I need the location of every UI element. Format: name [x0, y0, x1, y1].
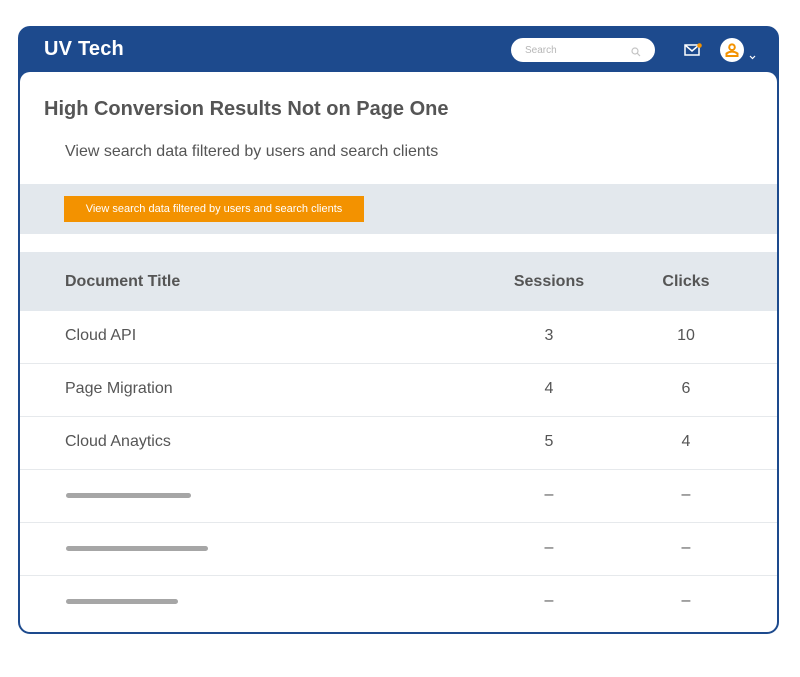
page-title: High Conversion Results Not on Page One: [44, 98, 449, 120]
row-title: Cloud Anaytics: [65, 433, 171, 450]
main-panel: High Conversion Results Not on Page One …: [20, 72, 777, 632]
row-sessions: –: [544, 592, 554, 609]
user-avatar[interactable]: [720, 38, 744, 62]
row-sessions: 3: [544, 327, 554, 344]
table-row-placeholder: – –: [20, 470, 777, 523]
search-box[interactable]: [511, 38, 655, 62]
filter-bar: View search data filtered by users and s…: [20, 184, 777, 234]
row-sessions: 4: [544, 380, 554, 397]
brand-logo[interactable]: UV Tech: [44, 38, 124, 61]
table-row-placeholder: – –: [20, 523, 777, 576]
search-input[interactable]: [523, 38, 627, 62]
column-header-sessions[interactable]: Sessions: [500, 273, 598, 291]
placeholder-bar: [66, 493, 191, 498]
table-row[interactable]: Cloud API 3 10: [20, 311, 777, 364]
table-row[interactable]: Page Migration 4 6: [20, 364, 777, 417]
row-title: Page Migration: [65, 380, 173, 397]
row-clicks: 10: [677, 327, 695, 344]
row-clicks: 6: [681, 380, 691, 397]
row-sessions: 5: [544, 433, 554, 450]
row-clicks: –: [681, 486, 691, 503]
table-row-placeholder: – –: [20, 576, 777, 629]
page-subtitle: View search data filtered by users and s…: [65, 143, 439, 160]
row-clicks: –: [681, 592, 691, 609]
app-header: UV Tech: [20, 28, 777, 72]
row-sessions: –: [544, 486, 554, 503]
app-window: UV Tech Search High Conversion Results N…: [18, 26, 779, 634]
column-header-title[interactable]: Document Title: [65, 273, 180, 291]
table-header: Document Title Sessions Clicks: [20, 252, 777, 311]
row-clicks: 4: [681, 433, 691, 450]
placeholder-bar: [66, 599, 178, 604]
user-avatar-icon: [725, 43, 739, 57]
column-header-clicks[interactable]: Clicks: [637, 273, 735, 291]
row-title: Cloud API: [65, 327, 137, 344]
row-clicks: –: [681, 539, 691, 556]
chevron-down-icon[interactable]: [749, 47, 756, 65]
search-icon[interactable]: [631, 44, 641, 62]
results-table: Document Title Sessions Clicks Cloud API…: [20, 252, 777, 629]
placeholder-bar: [66, 546, 208, 551]
table-row[interactable]: Cloud Anaytics 5 4: [20, 417, 777, 470]
row-sessions: –: [544, 539, 554, 556]
mail-icon[interactable]: [684, 43, 702, 62]
filter-button[interactable]: View search data filtered by users and s…: [64, 196, 364, 222]
